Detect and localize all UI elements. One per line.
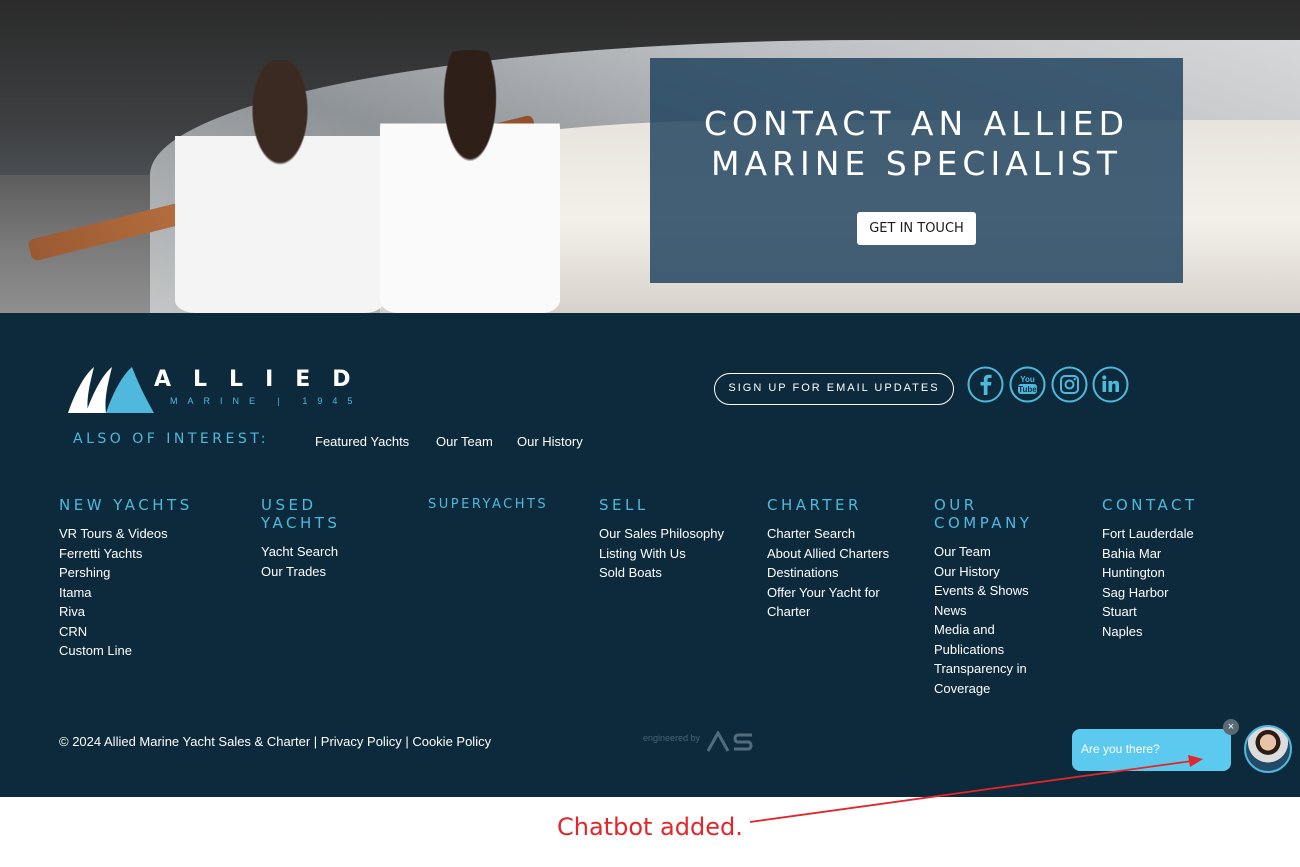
column-heading[interactable]: OUR COMPANY <box>934 496 1052 532</box>
column-heading[interactable]: CHARTER <box>767 496 907 514</box>
copyright-line: © 2024 Allied Marine Yacht Sales & Chart… <box>59 734 491 749</box>
column-link[interactable]: Our Team <box>934 542 1052 562</box>
copyright-separator: | <box>401 734 413 749</box>
logo-waves-icon <box>68 367 154 413</box>
chatbot-close-icon[interactable]: × <box>1223 719 1239 735</box>
column-link[interactable]: Sold Boats <box>599 563 759 583</box>
column-link[interactable]: Itama <box>59 583 219 603</box>
column-link[interactable]: Sag Harbor <box>1102 583 1252 603</box>
logo-wordmark: ALLIED <box>154 367 373 392</box>
interest-link-our-team[interactable]: Our Team <box>436 434 493 449</box>
column-link[interactable]: Huntington <box>1102 563 1252 583</box>
column-link[interactable]: VR Tours & Videos <box>59 524 219 544</box>
svg-text:Tube: Tube <box>1018 385 1037 394</box>
copyright-text: © 2024 Allied Marine Yacht Sales & Chart… <box>59 734 311 749</box>
column-link[interactable]: Pershing <box>59 563 219 583</box>
column-link[interactable]: CRN <box>59 622 219 642</box>
hero-person-man <box>175 60 385 313</box>
instagram-icon[interactable] <box>1051 366 1088 403</box>
column-link[interactable]: Our History <box>934 562 1052 582</box>
column-link[interactable]: Stuart <box>1102 602 1252 622</box>
also-of-interest-label: ALSO OF INTEREST: <box>73 431 269 447</box>
column-link[interactable]: Our Sales Philosophy <box>599 524 759 544</box>
engineered-by-badge[interactable]: engineered by <box>643 731 758 755</box>
column-link[interactable]: Destinations <box>767 563 907 583</box>
column-link[interactable]: About Allied Charters <box>767 544 907 564</box>
column-link[interactable]: Bahia Mar <box>1102 544 1252 564</box>
footer-column-charter: CHARTER Charter Search About Allied Char… <box>767 496 907 622</box>
get-in-touch-button[interactable]: GET IN TOUCH <box>857 212 976 245</box>
column-heading[interactable]: CONTACT <box>1102 496 1252 514</box>
svg-text:You: You <box>1020 375 1035 384</box>
column-link[interactable]: Ferretti Yachts <box>59 544 219 564</box>
logo-subtitle: MARINE | 1945 <box>170 396 363 406</box>
column-link[interactable]: Our Trades <box>261 562 371 582</box>
site-footer: ALLIED MARINE | 1945 ALSO OF INTEREST: F… <box>0 313 1300 797</box>
footer-column-sell: SELL Our Sales Philosophy Listing With U… <box>599 496 759 583</box>
column-heading[interactable]: USED YACHTS <box>261 496 371 532</box>
engineered-by-text: engineered by <box>643 733 701 743</box>
linkedin-icon[interactable] <box>1092 366 1129 403</box>
chatbot-message: Are you there? <box>1081 742 1160 756</box>
hero-banner: CONTACT AN ALLIED MARINE SPECIALIST GET … <box>0 0 1300 313</box>
hero-person-woman <box>380 50 560 313</box>
column-link[interactable]: Custom Line <box>59 641 219 661</box>
interest-link-featured-yachts[interactable]: Featured Yachts <box>315 434 409 449</box>
column-link[interactable]: Yacht Search <box>261 542 371 562</box>
chatbot-bubble[interactable]: Are you there? <box>1072 729 1231 771</box>
footer-column-our-company: OUR COMPANY Our Team Our History Events … <box>934 496 1052 698</box>
as-logo-icon <box>706 731 753 752</box>
youtube-icon[interactable]: You Tube <box>1009 366 1046 403</box>
footer-column-superyachts: SUPERYACHTS <box>428 496 588 524</box>
column-link[interactable]: Naples <box>1102 622 1252 642</box>
facebook-icon[interactable] <box>967 366 1004 403</box>
column-link[interactable]: News <box>934 601 1052 621</box>
annotation-caption: Chatbot added. <box>557 813 743 841</box>
hero-contact-panel: CONTACT AN ALLIED MARINE SPECIALIST GET … <box>650 58 1183 283</box>
privacy-policy-link[interactable]: Privacy Policy <box>321 734 402 749</box>
column-link[interactable]: Events & Shows <box>934 581 1052 601</box>
column-link[interactable]: Fort Lauderdale <box>1102 524 1252 544</box>
footer-column-new-yachts: NEW YACHTS VR Tours & Videos Ferretti Ya… <box>59 496 219 661</box>
interest-link-our-history[interactable]: Our History <box>517 434 583 449</box>
column-heading[interactable]: SELL <box>599 496 759 514</box>
copyright-separator: | <box>310 734 321 749</box>
column-link[interactable]: Charter Search <box>767 524 907 544</box>
column-link[interactable]: Riva <box>59 602 219 622</box>
footer-column-used-yachts: USED YACHTS Yacht Search Our Trades <box>261 496 371 581</box>
allied-marine-logo[interactable]: ALLIED MARINE | 1945 <box>66 365 386 415</box>
column-heading[interactable]: SUPERYACHTS <box>428 496 588 514</box>
column-link[interactable]: Transparency in Coverage <box>934 659 1052 698</box>
cookie-policy-link[interactable]: Cookie Policy <box>412 734 491 749</box>
footer-column-contact: CONTACT Fort Lauderdale Bahia Mar Huntin… <box>1102 496 1252 641</box>
column-link[interactable]: Offer Your Yacht for Charter <box>767 583 907 622</box>
hero-title: CONTACT AN ALLIED MARINE SPECIALIST <box>703 104 1130 183</box>
email-signup-button[interactable]: SIGN UP FOR EMAIL UPDATES <box>714 373 954 405</box>
column-link[interactable]: Media and Publications <box>934 620 1052 659</box>
chatbot-avatar[interactable] <box>1244 725 1292 773</box>
column-heading[interactable]: NEW YACHTS <box>59 496 219 514</box>
column-link[interactable]: Listing With Us <box>599 544 759 564</box>
